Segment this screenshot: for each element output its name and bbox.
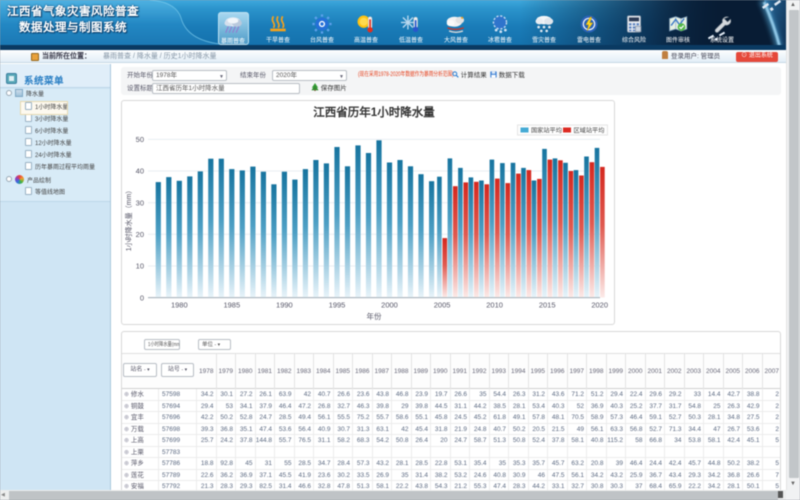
- svg-text:2015: 2015: [539, 301, 556, 310]
- svg-text:国家站平均: 国家站平均: [531, 127, 562, 135]
- svg-text:江西省历年1小时降水量: 江西省历年1小时降水量: [313, 105, 435, 119]
- svg-text:2020: 2020: [591, 301, 608, 310]
- svg-text:50: 50: [136, 135, 144, 144]
- svg-text:1985: 1985: [223, 301, 240, 310]
- svg-text:10: 10: [136, 262, 144, 271]
- svg-text:20: 20: [136, 230, 144, 239]
- svg-text:40: 40: [136, 167, 144, 176]
- svg-text:1995: 1995: [329, 301, 346, 310]
- svg-text:区域站平均: 区域站平均: [574, 127, 605, 135]
- svg-text:1990: 1990: [276, 301, 293, 310]
- svg-text:2005: 2005: [434, 301, 451, 310]
- svg-text:2010: 2010: [486, 301, 503, 310]
- svg-text:30: 30: [136, 198, 144, 207]
- svg-text:1小时降水量（mm）: 1小时降水量（mm）: [124, 187, 133, 252]
- svg-text:1980: 1980: [171, 301, 188, 310]
- svg-text:2000: 2000: [381, 301, 398, 310]
- svg-text:年份: 年份: [367, 311, 382, 321]
- svg-text:0: 0: [140, 293, 144, 302]
